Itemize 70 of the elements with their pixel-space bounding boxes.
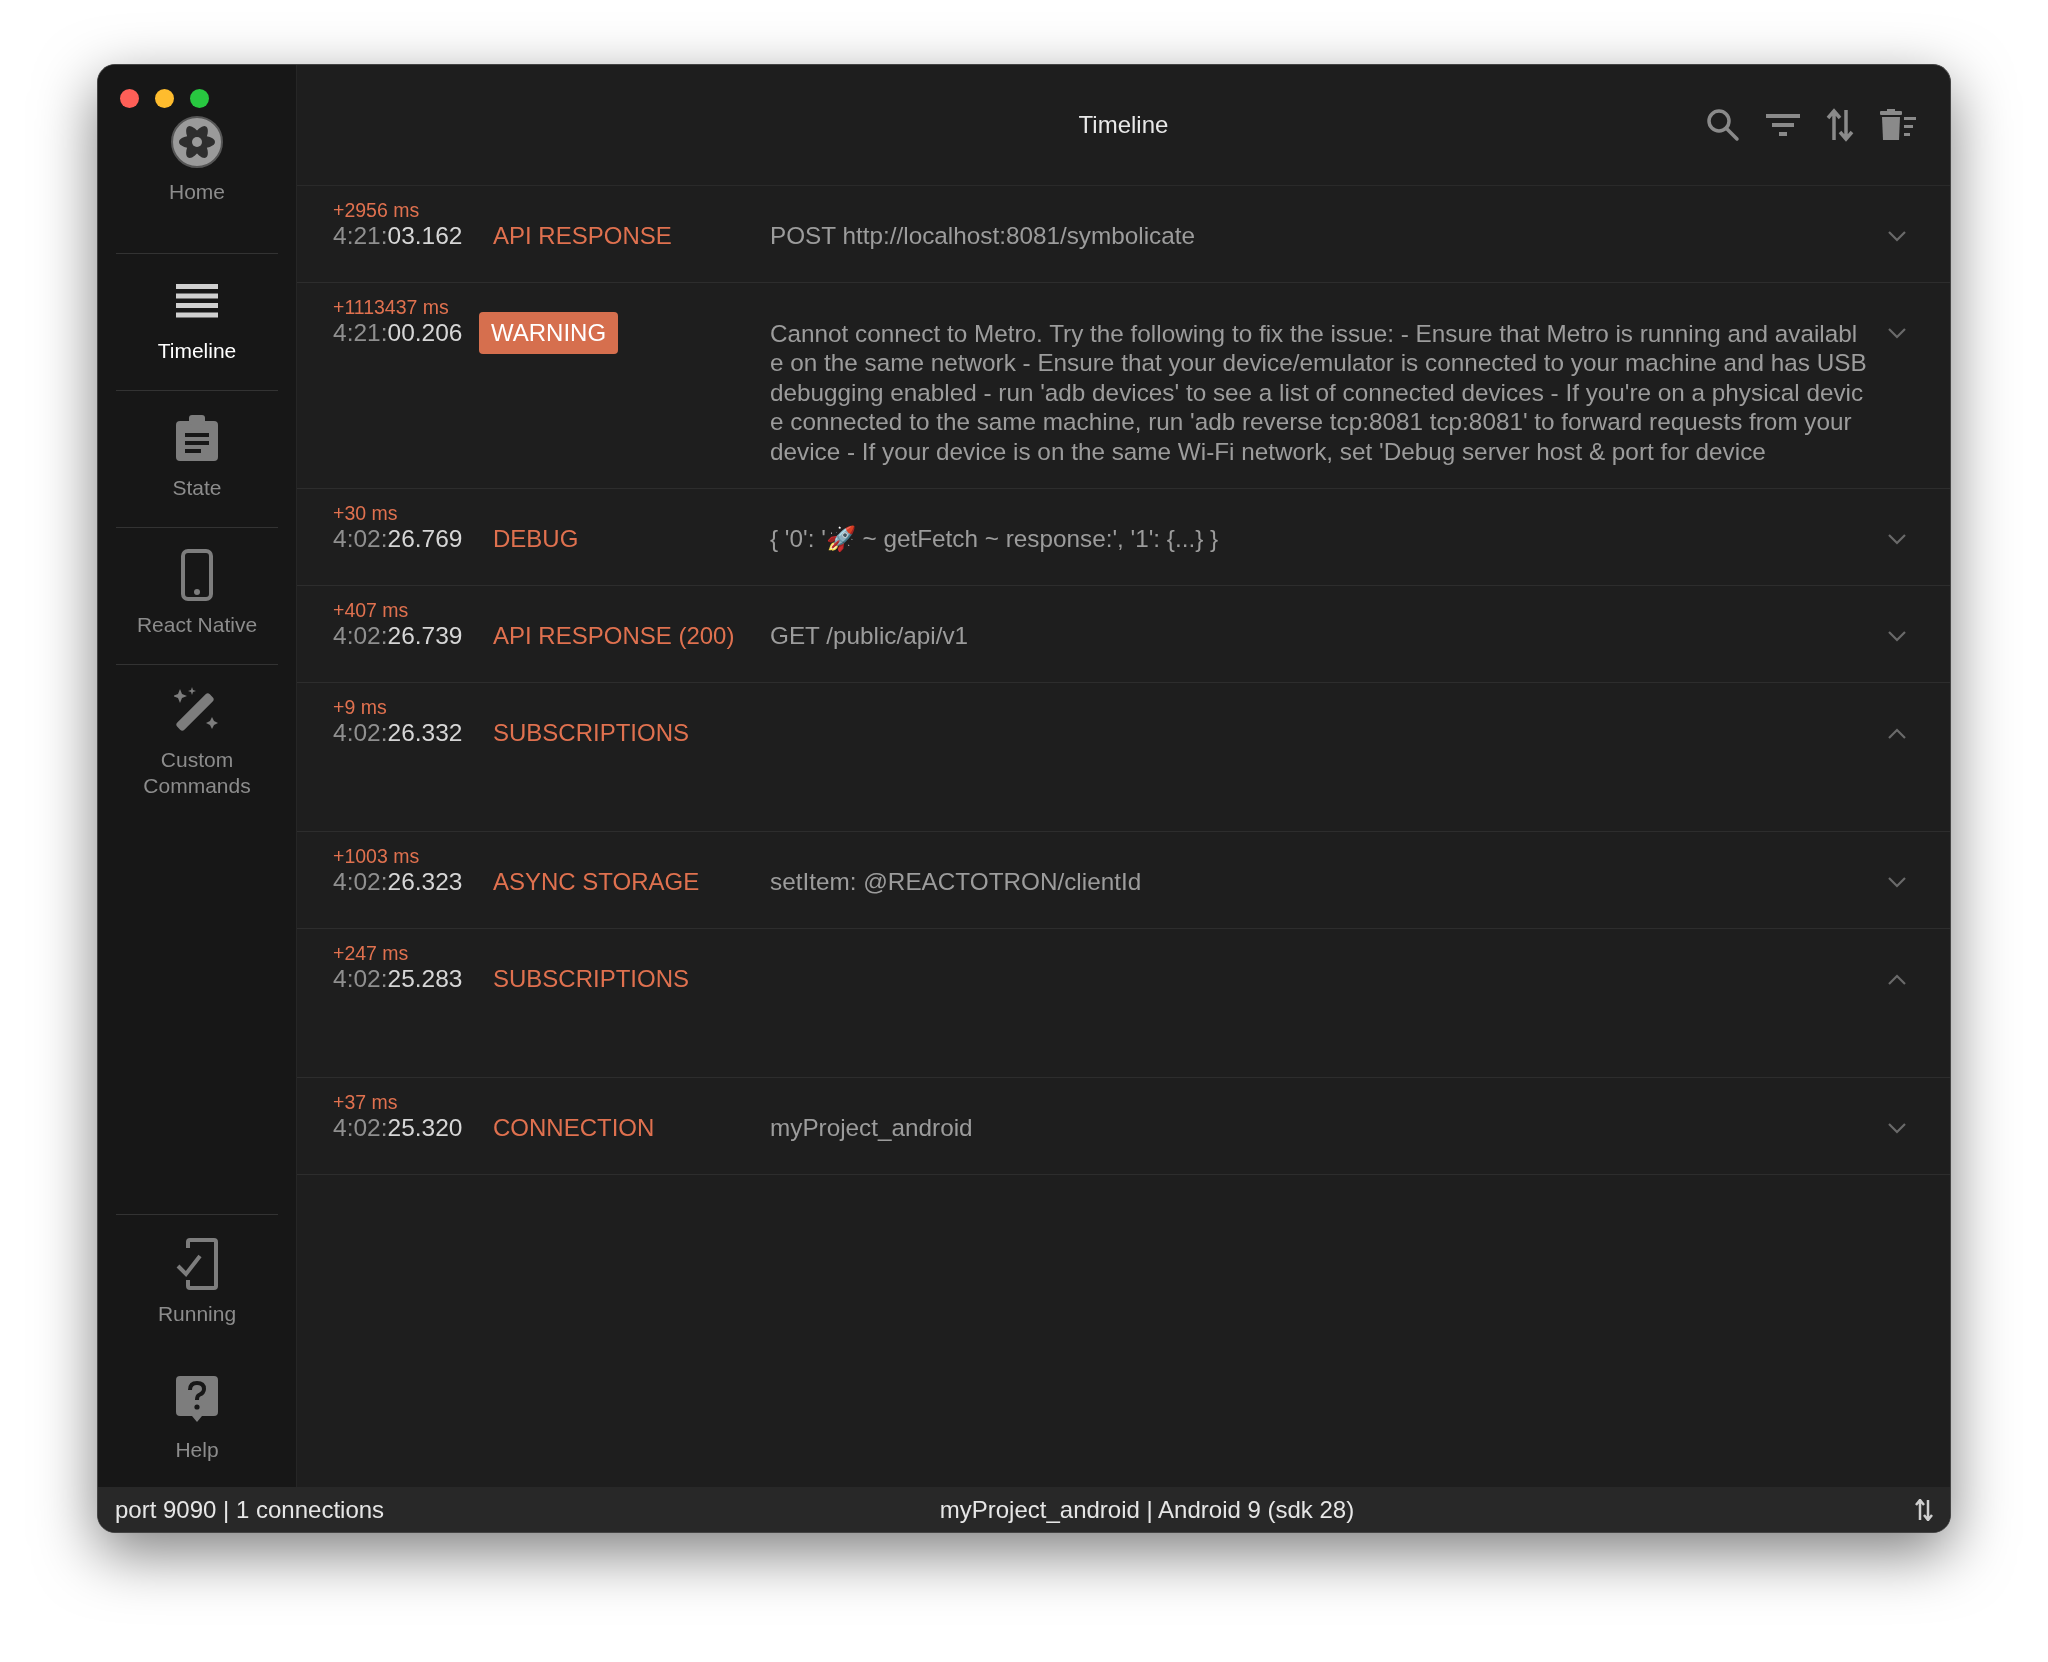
event-message: GET /public/api/v1 [770, 622, 970, 651]
status-text: port 9090 | 1 connections [115, 1494, 385, 1525]
chevron-down-icon[interactable] [1888, 877, 1906, 889]
sort-arrows-icon[interactable] [1826, 108, 1854, 142]
phone-check-icon [176, 1238, 218, 1290]
timeline-row[interactable]: +37 ms 4:02:25.320 CONNECTION myProject_android [297, 1078, 1950, 1176]
sidebar-item[interactable]: Running [116, 1215, 278, 1351]
sidebar-item[interactable]: Help [116, 1351, 278, 1487]
chevron-down-icon[interactable] [1888, 534, 1906, 546]
sidebar-item[interactable]: State [98, 391, 296, 527]
chevron-down-icon[interactable] [1888, 1123, 1906, 1135]
sidebar-item[interactable]: Timeline [98, 254, 296, 390]
search-icon[interactable] [1706, 108, 1740, 142]
chevron-up-icon[interactable] [1888, 728, 1906, 740]
timestamp: 4:02:26.739 [333, 622, 463, 651]
sidebar-item[interactable]: React Native [98, 528, 296, 664]
filter-icon[interactable] [1766, 112, 1800, 138]
event-type: SUBSCRIPTIONS [493, 719, 690, 748]
sidebar-item[interactable]: Custom Commands [98, 665, 296, 819]
timestamp: 4:02:25.320 [333, 1114, 463, 1143]
timestamp: 4:02:26.769 [333, 525, 463, 554]
timeline-row[interactable]: +247 ms 4:02:25.283 SUBSCRIPTIONS [297, 929, 1950, 1079]
sidebar-item[interactable]: Home [98, 113, 296, 253]
timestamp: 4:02:25.283 [333, 965, 463, 994]
sort-arrows-icon[interactable] [1915, 1498, 1933, 1521]
chevron-down-icon[interactable] [1888, 231, 1906, 242]
event-type: ASYNC STORAGE [493, 868, 700, 897]
time-delta: +37 ms [333, 1090, 398, 1115]
window-title: Timeline [1077, 110, 1170, 140]
list-lines-icon [176, 284, 218, 318]
timestamp: 4:02:26.332 [333, 719, 463, 748]
time-delta: +9 ms [333, 695, 387, 720]
event-type: SUBSCRIPTIONS [493, 965, 690, 994]
timeline-row[interactable]: +9 ms 4:02:26.332 SUBSCRIPTIONS [297, 683, 1950, 833]
event-message: setItem: @REACTOTRON/clientId [770, 868, 1143, 897]
warning-badge: WARNING [479, 312, 619, 354]
atom-logo-icon [170, 115, 224, 169]
time-delta: +2956 ms [333, 198, 420, 222]
clipboard-icon [176, 415, 218, 461]
event-type: CONNECTION [493, 1114, 655, 1143]
event-type: API RESPONSE [493, 222, 672, 250]
timeline-row[interactable]: +30 ms 4:02:26.769 DEBUG { '0': '🚀 ~ getFetch ~ response:', '1': {...} } [297, 489, 1950, 587]
phone-icon [181, 549, 213, 601]
status-text: myProject_android | Android 9 (sdk 28) [938, 1494, 1356, 1525]
time-delta: +1003 ms [333, 844, 420, 869]
time-delta: +247 ms [333, 941, 409, 966]
chevron-up-icon[interactable] [1888, 974, 1906, 986]
chevron-down-icon[interactable] [1888, 631, 1906, 643]
time-delta: +1113437 ms [333, 295, 449, 319]
event-message: Cannot connect to Metro. Try the following to fix the issue: - Ensure that Metro is running and available on the same network - Ensure that your device/emulator is connected to your machine and has USB debugging enabled - run 'adb devices' to see a list of connected devices - If you're on a physical device connected to the same machine, run 'adb reverse tcp:8081 tcp:8081' to forward requests from your device - If your device is on the same Wi-Fi network, set 'Debug server host & port for device [770, 319, 1868, 467]
chevron-down-icon[interactable] [1888, 328, 1906, 339]
timeline-row[interactable]: +2956 ms 4:21:03.162 API RESPONSE POST http://localhost:8081/symbolicate [297, 186, 1950, 283]
zoom-window-button[interactable] [190, 89, 209, 108]
magic-wand-icon [174, 687, 220, 733]
clear-trash-icon[interactable] [1880, 109, 1916, 141]
timeline-row[interactable]: +1003 ms 4:02:26.323 ASYNC STORAGE setItem: @REACTOTRON/clientId [297, 832, 1950, 930]
event-message: { '0': '🚀 ~ getFetch ~ response:', '1': {...} } [770, 525, 1220, 554]
timeline-row[interactable]: +407 ms 4:02:26.739 API RESPONSE (200) GET /public/api/v1 [297, 586, 1950, 684]
event-type: API RESPONSE (200) [493, 622, 735, 651]
help-icon [176, 1376, 218, 1424]
event-message: POST http://localhost:8081/symbolicate [770, 222, 1196, 250]
time-delta: +407 ms [333, 598, 409, 623]
time-delta: +30 ms [333, 501, 398, 526]
timestamp: 4:21:03.162 [333, 222, 463, 250]
minimize-window-button[interactable] [155, 89, 174, 108]
close-window-button[interactable] [120, 89, 139, 108]
timestamp: 4:21:00.206 [333, 319, 463, 347]
timestamp: 4:02:26.323 [333, 868, 463, 897]
event-type: DEBUG [493, 525, 579, 554]
event-message: myProject_android [770, 1114, 974, 1143]
